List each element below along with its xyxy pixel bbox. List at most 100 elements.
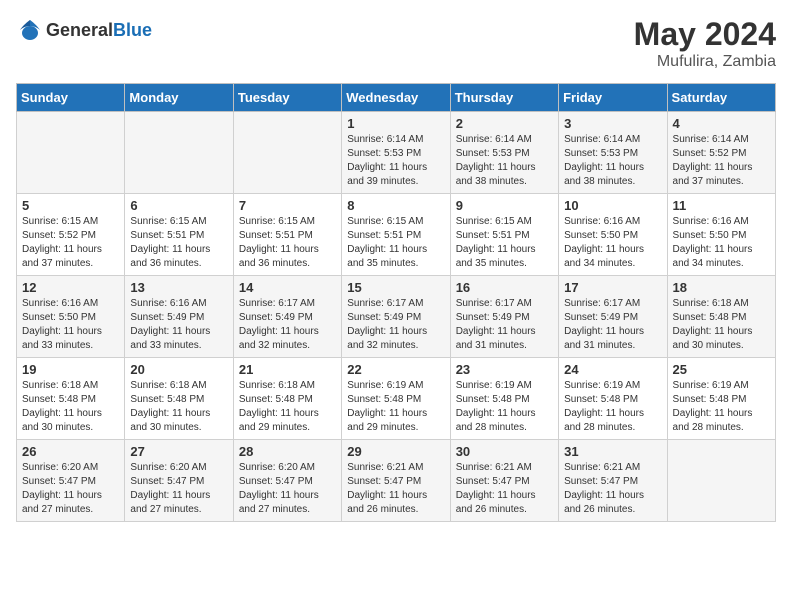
calendar-cell: 26Sunrise: 6:20 AM Sunset: 5:47 PM Dayli… [17, 440, 125, 522]
calendar-cell: 3 Sunrise: 6:14 AM Sunset: 5:53 PM Daylig… [559, 112, 667, 194]
day-number: 14 [239, 280, 336, 295]
calendar-week-row: 1 Sunrise: 6:14 AM Sunset: 5:53 PM Daylig… [17, 112, 776, 194]
day-number: 20 [130, 362, 227, 377]
logo-blue: Blue [113, 20, 152, 40]
calendar-cell: 1 Sunrise: 6:14 AM Sunset: 5:53 PM Daylig… [342, 112, 450, 194]
calendar-cell: 28Sunrise: 6:20 AM Sunset: 5:47 PM Dayli… [233, 440, 341, 522]
day-number: 13 [130, 280, 227, 295]
day-info: Sunrise: 6:18 AM Sunset: 5:48 PM Dayligh… [22, 379, 119, 435]
day-number: 27 [130, 444, 227, 459]
day-number: 23 [456, 362, 553, 377]
day-number: 6 [130, 198, 227, 213]
day-info: Sunrise: 6:16 AM Sunset: 5:50 PM Dayligh… [564, 215, 661, 271]
calendar-cell: 16 Sunrise: 6:17 AM Sunset: 5:49 PM Dayli… [450, 276, 558, 358]
location-title: Mufulira, Zambia [634, 53, 776, 71]
day-info: Sunrise: 6:20 AM Sunset: 5:47 PM Dayligh… [130, 461, 227, 517]
day-number: 7 [239, 198, 336, 213]
calendar-cell: 25 Sunrise: 6:19 AM Sunset: 5:48 PM Dayli… [667, 358, 775, 440]
day-info: Sunrise: 6:20 AM Sunset: 5:47 PM Dayligh… [22, 461, 119, 517]
calendar-cell: 13Sunrise: 6:16 AM Sunset: 5:49 PM Dayli… [125, 276, 233, 358]
day-info: Sunrise: 6:21 AM Sunset: 5:47 PM Dayligh… [564, 461, 661, 517]
day-info: Sunrise: 6:19 AM Sunset: 5:48 PM Dayligh… [347, 379, 444, 435]
day-info: Sunrise: 6:15 AM Sunset: 5:51 PM Dayligh… [239, 215, 336, 271]
day-number: 31 [564, 444, 661, 459]
calendar-table: SundayMondayTuesdayWednesdayThursdayFrid… [16, 83, 776, 522]
month-year-title: May 2024 [634, 16, 776, 53]
day-number: 1 [347, 116, 444, 131]
day-number: 5 [22, 198, 119, 213]
calendar-cell: 10 Sunrise: 6:16 AM Sunset: 5:50 PM Dayli… [559, 194, 667, 276]
day-info: Sunrise: 6:14 AM Sunset: 5:53 PM Dayligh… [347, 133, 444, 189]
day-number: 2 [456, 116, 553, 131]
day-number: 29 [347, 444, 444, 459]
day-info: Sunrise: 6:17 AM Sunset: 5:49 PM Dayligh… [347, 297, 444, 353]
calendar-header-row: SundayMondayTuesdayWednesdayThursdayFrid… [17, 84, 776, 112]
day-number: 17 [564, 280, 661, 295]
day-number: 19 [22, 362, 119, 377]
day-info: Sunrise: 6:18 AM Sunset: 5:48 PM Dayligh… [130, 379, 227, 435]
day-number: 25 [673, 362, 770, 377]
page-header: GeneralBlue May 2024 Mufulira, Zambia [16, 16, 776, 71]
calendar-cell: 23 Sunrise: 6:19 AM Sunset: 5:48 PM Dayli… [450, 358, 558, 440]
calendar-week-row: 19 Sunrise: 6:18 AM Sunset: 5:48 PM Dayli… [17, 358, 776, 440]
calendar-cell: 20 Sunrise: 6:18 AM Sunset: 5:48 PM Dayli… [125, 358, 233, 440]
day-info: Sunrise: 6:19 AM Sunset: 5:48 PM Dayligh… [456, 379, 553, 435]
calendar-cell: 2 Sunrise: 6:14 AM Sunset: 5:53 PM Daylig… [450, 112, 558, 194]
day-number: 9 [456, 198, 553, 213]
day-info: Sunrise: 6:17 AM Sunset: 5:49 PM Dayligh… [456, 297, 553, 353]
day-number: 21 [239, 362, 336, 377]
day-of-week-header: Saturday [667, 84, 775, 112]
day-info: Sunrise: 6:17 AM Sunset: 5:49 PM Dayligh… [564, 297, 661, 353]
calendar-cell: 12Sunrise: 6:16 AM Sunset: 5:50 PM Dayli… [17, 276, 125, 358]
day-info: Sunrise: 6:15 AM Sunset: 5:52 PM Dayligh… [22, 215, 119, 271]
title-block: May 2024 Mufulira, Zambia [634, 16, 776, 71]
calendar-cell: 18 Sunrise: 6:18 AM Sunset: 5:48 PM Dayli… [667, 276, 775, 358]
day-info: Sunrise: 6:21 AM Sunset: 5:47 PM Dayligh… [347, 461, 444, 517]
calendar-cell: 15Sunrise: 6:17 AM Sunset: 5:49 PM Dayli… [342, 276, 450, 358]
day-info: Sunrise: 6:19 AM Sunset: 5:48 PM Dayligh… [564, 379, 661, 435]
day-info: Sunrise: 6:14 AM Sunset: 5:53 PM Dayligh… [456, 133, 553, 189]
day-number: 30 [456, 444, 553, 459]
day-number: 24 [564, 362, 661, 377]
day-info: Sunrise: 6:18 AM Sunset: 5:48 PM Dayligh… [673, 297, 770, 353]
logo-general: General [46, 20, 113, 40]
day-info: Sunrise: 6:15 AM Sunset: 5:51 PM Dayligh… [456, 215, 553, 271]
day-of-week-header: Friday [559, 84, 667, 112]
day-info: Sunrise: 6:15 AM Sunset: 5:51 PM Dayligh… [130, 215, 227, 271]
calendar-cell [17, 112, 125, 194]
day-info: Sunrise: 6:16 AM Sunset: 5:50 PM Dayligh… [22, 297, 119, 353]
calendar-cell [125, 112, 233, 194]
calendar-cell [667, 440, 775, 522]
calendar-cell: 29 Sunrise: 6:21 AM Sunset: 5:47 PM Dayli… [342, 440, 450, 522]
calendar-cell: 5 Sunrise: 6:15 AM Sunset: 5:52 PM Daylig… [17, 194, 125, 276]
day-info: Sunrise: 6:21 AM Sunset: 5:47 PM Dayligh… [456, 461, 553, 517]
day-number: 8 [347, 198, 444, 213]
day-info: Sunrise: 6:14 AM Sunset: 5:53 PM Dayligh… [564, 133, 661, 189]
calendar-cell: 31 Sunrise: 6:21 AM Sunset: 5:47 PM Dayli… [559, 440, 667, 522]
calendar-cell: 4Sunrise: 6:14 AM Sunset: 5:52 PM Daylig… [667, 112, 775, 194]
calendar-cell: 27 Sunrise: 6:20 AM Sunset: 5:47 PM Dayli… [125, 440, 233, 522]
logo-icon [16, 16, 44, 44]
logo-text: GeneralBlue [46, 20, 152, 41]
day-of-week-header: Thursday [450, 84, 558, 112]
logo: GeneralBlue [16, 16, 152, 44]
day-info: Sunrise: 6:16 AM Sunset: 5:50 PM Dayligh… [673, 215, 770, 271]
calendar-cell: 17 Sunrise: 6:17 AM Sunset: 5:49 PM Dayli… [559, 276, 667, 358]
day-number: 16 [456, 280, 553, 295]
calendar-cell: 11Sunrise: 6:16 AM Sunset: 5:50 PM Dayli… [667, 194, 775, 276]
calendar-cell: 24 Sunrise: 6:19 AM Sunset: 5:48 PM Dayli… [559, 358, 667, 440]
day-info: Sunrise: 6:19 AM Sunset: 5:48 PM Dayligh… [673, 379, 770, 435]
calendar-cell: 6 Sunrise: 6:15 AM Sunset: 5:51 PM Daylig… [125, 194, 233, 276]
day-number: 3 [564, 116, 661, 131]
calendar-week-row: 26Sunrise: 6:20 AM Sunset: 5:47 PM Dayli… [17, 440, 776, 522]
calendar-week-row: 12Sunrise: 6:16 AM Sunset: 5:50 PM Dayli… [17, 276, 776, 358]
day-number: 10 [564, 198, 661, 213]
day-info: Sunrise: 6:15 AM Sunset: 5:51 PM Dayligh… [347, 215, 444, 271]
day-number: 18 [673, 280, 770, 295]
day-number: 4 [673, 116, 770, 131]
day-number: 28 [239, 444, 336, 459]
calendar-cell: 22Sunrise: 6:19 AM Sunset: 5:48 PM Dayli… [342, 358, 450, 440]
calendar-cell: 9 Sunrise: 6:15 AM Sunset: 5:51 PM Daylig… [450, 194, 558, 276]
day-info: Sunrise: 6:17 AM Sunset: 5:49 PM Dayligh… [239, 297, 336, 353]
calendar-cell: 21Sunrise: 6:18 AM Sunset: 5:48 PM Dayli… [233, 358, 341, 440]
